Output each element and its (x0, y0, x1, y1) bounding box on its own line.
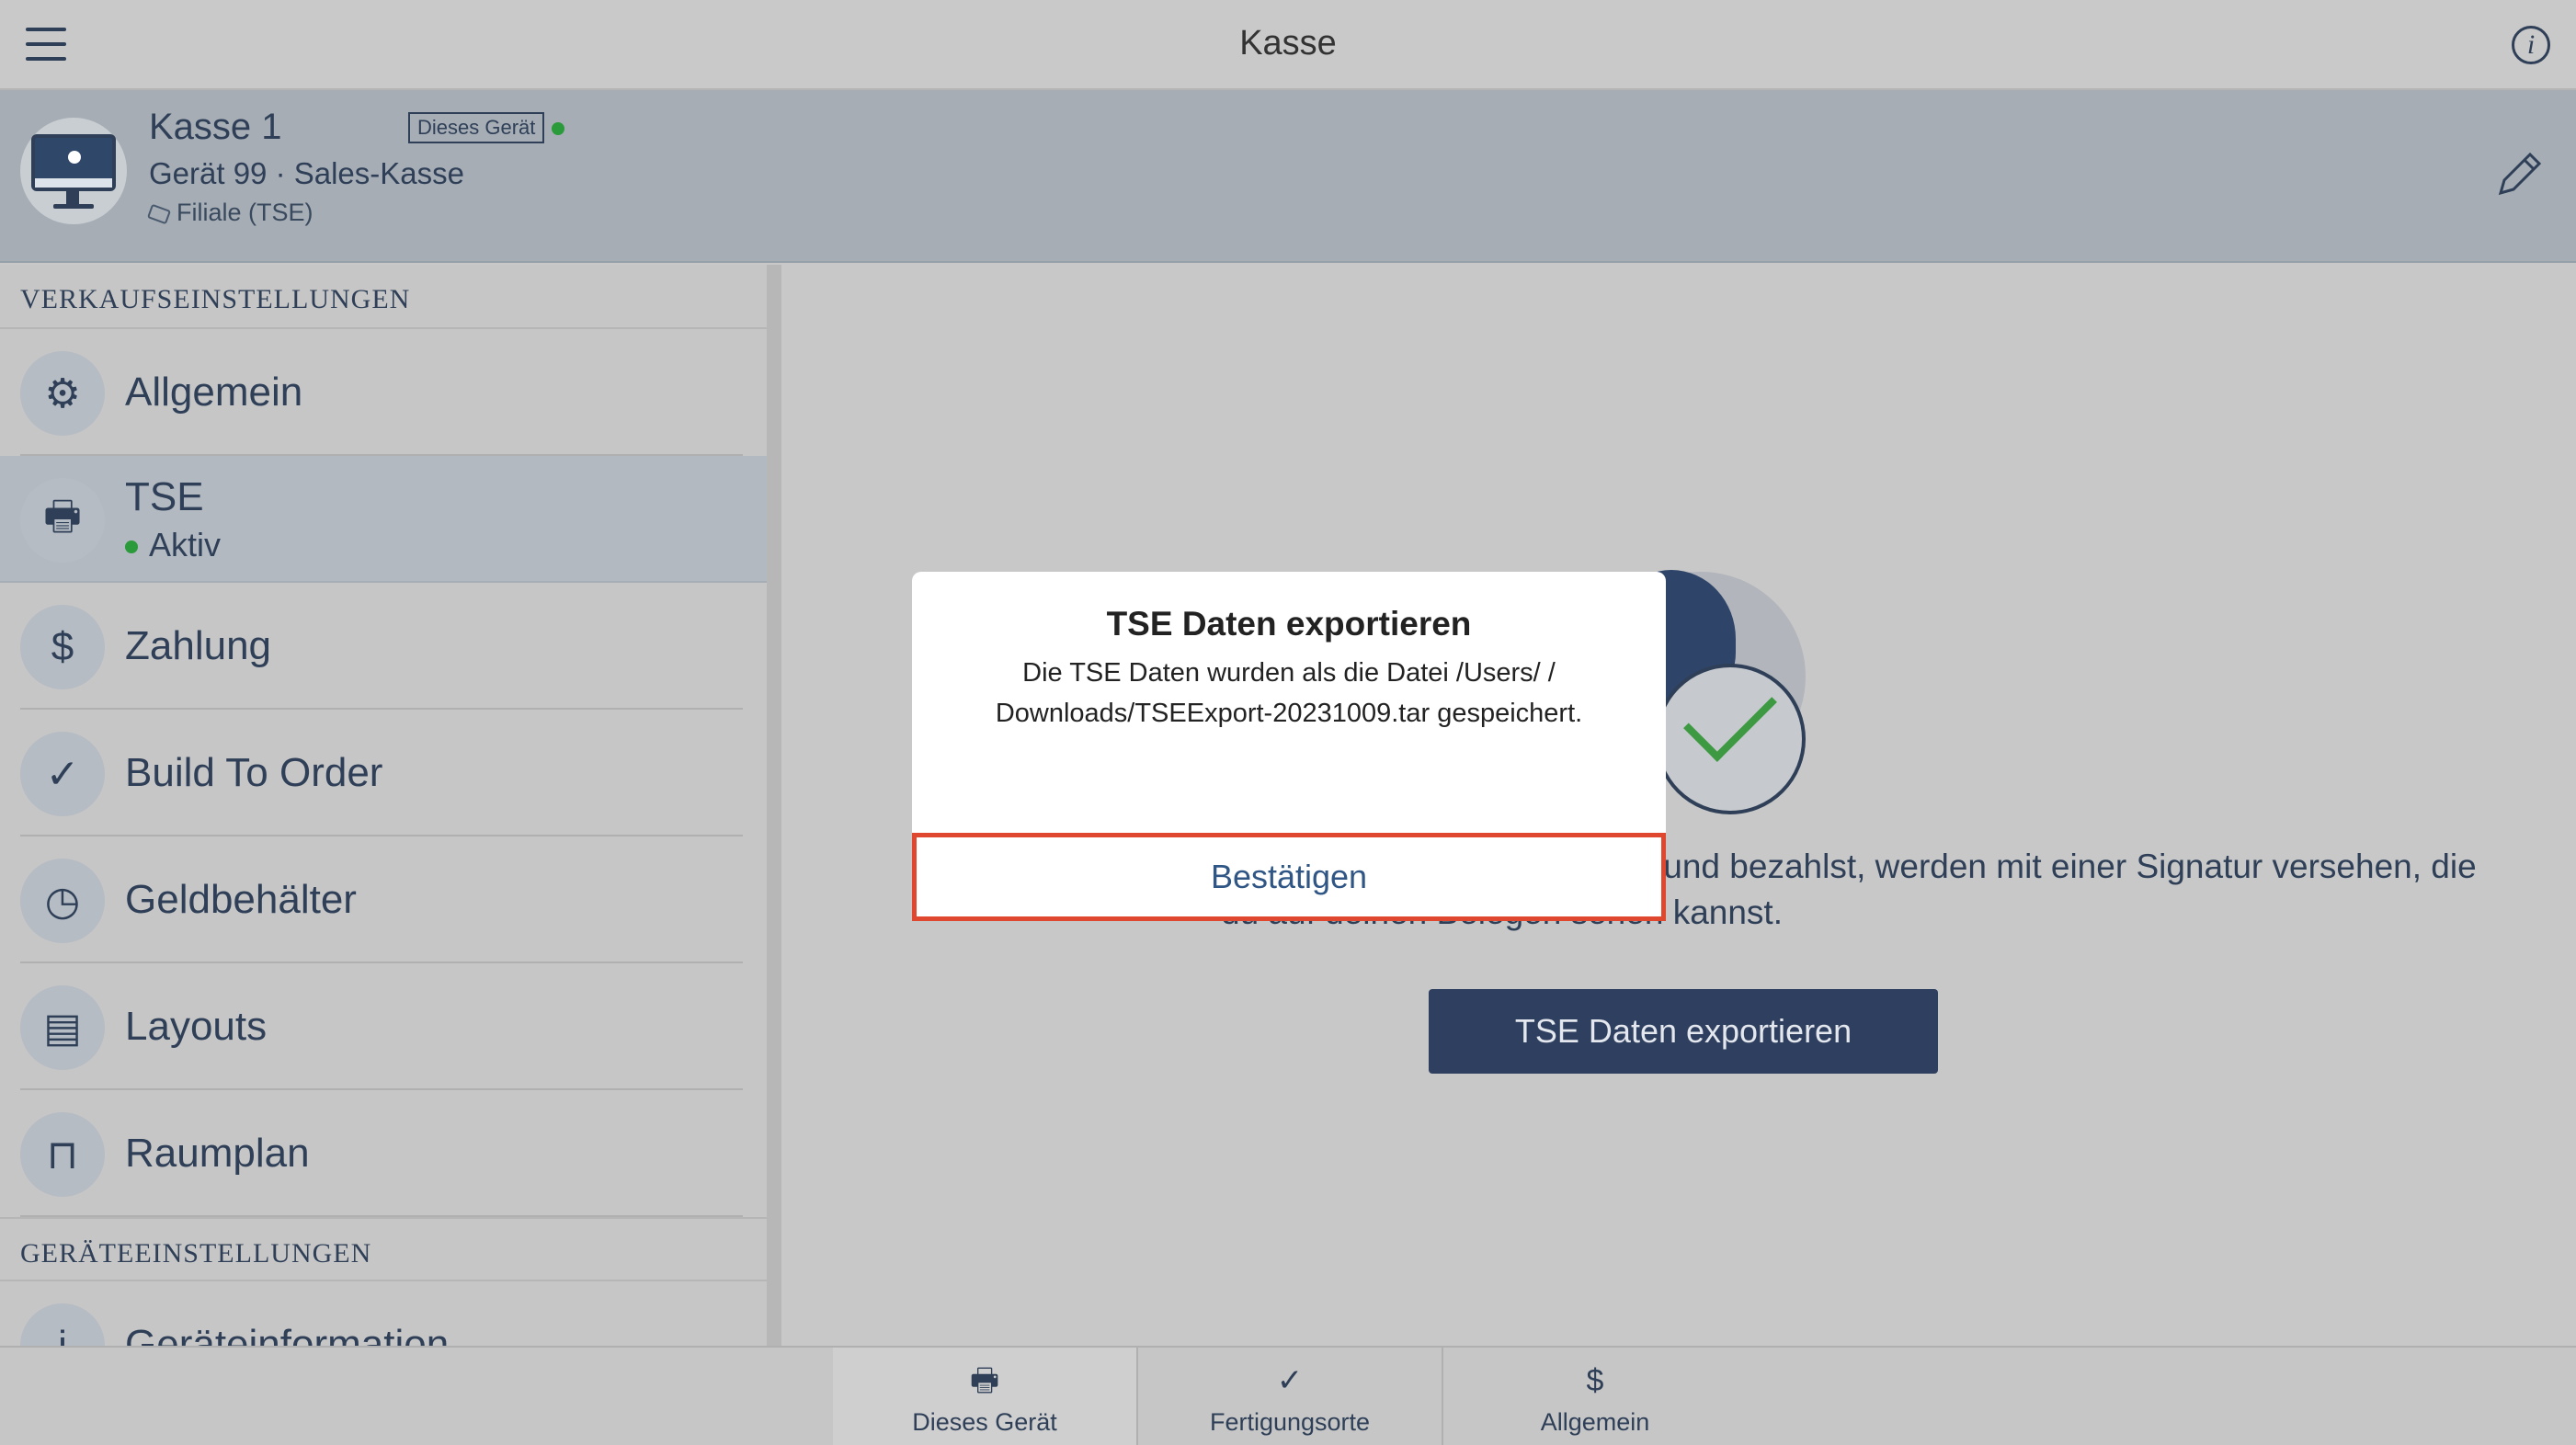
confirm-button[interactable]: Bestätigen (912, 833, 1666, 921)
dialog-title: TSE Daten exportieren (1106, 605, 1472, 643)
dialog-message: Die TSE Daten wurden als die Datei /User… (995, 658, 1583, 728)
